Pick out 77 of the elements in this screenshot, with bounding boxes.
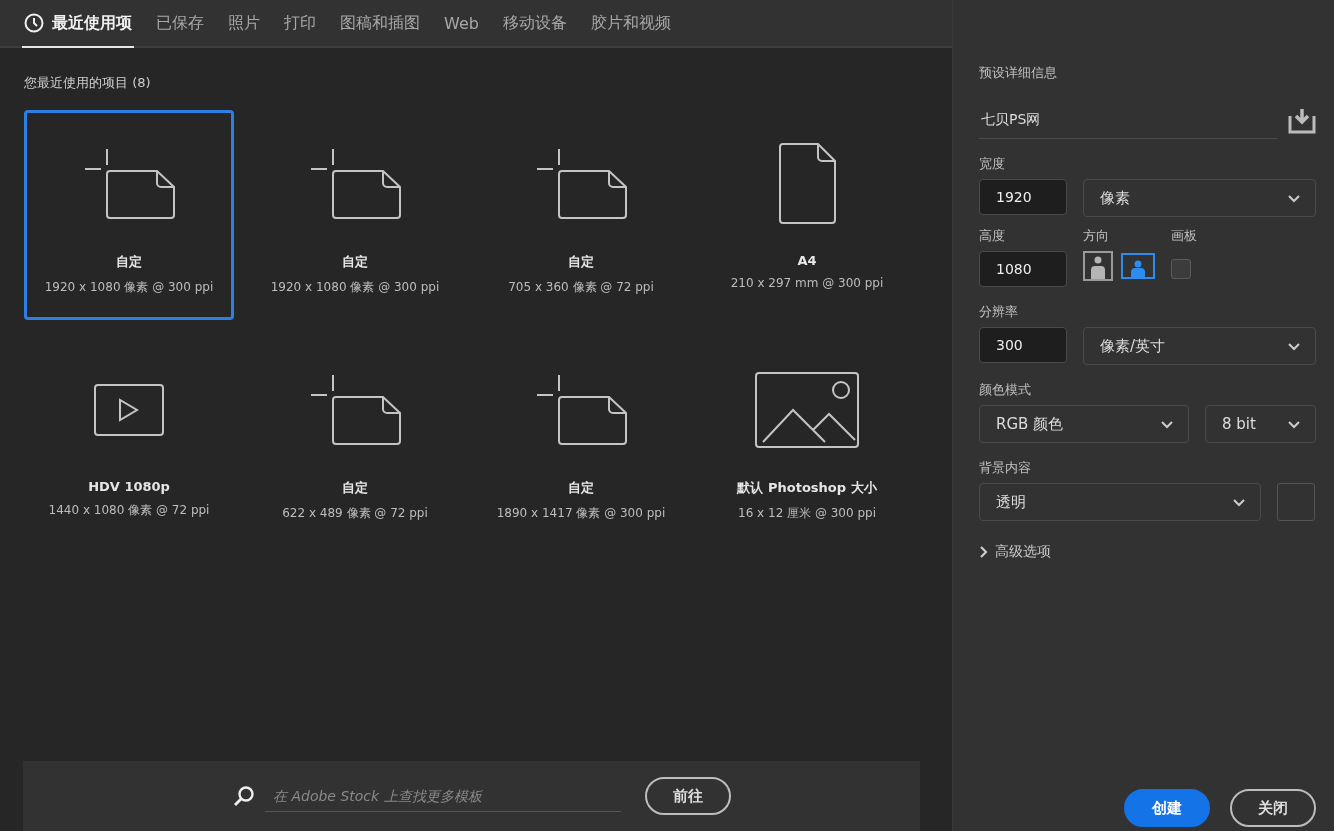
- tab[interactable]: 照片: [226, 0, 262, 48]
- field-label: 方向: [1083, 227, 1110, 245]
- image-icon: [755, 372, 859, 448]
- preset-size: 1920 x 1080 像素 @ 300 ppi: [44, 279, 214, 296]
- color-mode-dropdown[interactable]: RGB 颜色: [979, 405, 1189, 443]
- preset-name: 自定: [342, 479, 368, 497]
- preset-size: 705 x 360 像素 @ 72 ppi: [508, 279, 654, 296]
- tab[interactable]: 移动设备: [500, 0, 569, 48]
- chevron-down-icon: [1160, 419, 1174, 429]
- resolution-field[interactable]: 300: [979, 327, 1067, 363]
- save-preset-icon[interactable]: [1288, 107, 1316, 134]
- preset-name: 自定: [116, 253, 142, 271]
- new-document-icon: [309, 373, 401, 447]
- preset-name: 自定: [568, 479, 594, 497]
- bit-depth-dropdown[interactable]: 8 bit: [1205, 405, 1316, 443]
- preset-name: A4: [797, 253, 817, 268]
- new-document-icon: [83, 147, 175, 221]
- preset-size: 1890 x 1417 像素 @ 300 ppi: [496, 505, 666, 522]
- preset-card[interactable]: 默认 Photoshop 大小 16 x 12 厘米 @ 300 ppi: [702, 336, 912, 546]
- new-document-icon: [535, 373, 627, 447]
- unit-dropdown[interactable]: 像素/英寸: [1083, 327, 1316, 365]
- preset-size: 16 x 12 厘米 @ 300 ppi: [738, 505, 876, 522]
- field-label: 画板: [1171, 227, 1197, 245]
- preset-card[interactable]: 自定 1920 x 1080 像素 @ 300 ppi: [250, 110, 460, 320]
- height-field[interactable]: 1080: [979, 251, 1067, 287]
- tab[interactable]: 已保存: [154, 0, 206, 48]
- tab[interactable]: 打印: [282, 0, 318, 48]
- new-document-icon: [309, 147, 401, 221]
- clock-icon: [24, 13, 44, 33]
- preset-name: 自定: [342, 253, 368, 271]
- orientation-button[interactable]: [1121, 253, 1155, 279]
- search-icon: [233, 785, 255, 807]
- preset-card[interactable]: 自定 622 x 489 像素 @ 72 ppi: [250, 336, 460, 546]
- tab[interactable]: 图稿和插图: [338, 0, 422, 48]
- field-label: 宽度: [979, 155, 1006, 173]
- color-swatch[interactable]: [1277, 483, 1315, 521]
- preset-name: 自定: [568, 253, 594, 271]
- field-label: 背景内容: [979, 459, 1032, 477]
- advanced-options-toggle[interactable]: 高级选项: [979, 543, 1316, 561]
- field-label: 高度: [979, 227, 1006, 245]
- preset-name: HDV 1080p: [88, 479, 170, 494]
- width-field[interactable]: 1920: [979, 179, 1067, 215]
- portrait-icon: [1089, 255, 1107, 279]
- preset-size: 210 x 297 mm @ 300 ppi: [730, 276, 884, 290]
- tab[interactable]: Web: [442, 0, 481, 48]
- preset-name-field[interactable]: 七贝PS网: [979, 102, 1278, 139]
- field-label: 分辨率: [979, 303, 1019, 321]
- document-icon: [778, 143, 836, 225]
- section-title: 预设详细信息: [979, 64, 1058, 82]
- preset-card[interactable]: 自定 1890 x 1417 像素 @ 300 ppi: [476, 336, 686, 546]
- chevron-down-icon: [1287, 341, 1301, 351]
- preset-name: 默认 Photoshop 大小: [737, 479, 877, 497]
- preset-size: 1440 x 1080 像素 @ 72 ppi: [48, 502, 210, 519]
- section-title: 您最近使用的项目 (8): [24, 74, 152, 92]
- tab[interactable]: 最近使用项: [22, 0, 134, 48]
- tab[interactable]: 胶片和视频: [588, 0, 673, 48]
- chevron-icon: [979, 546, 989, 558]
- chevron-down-icon: [1287, 193, 1301, 203]
- preset-card[interactable]: 自定 1920 x 1080 像素 @ 300 ppi: [24, 110, 234, 320]
- preset-card[interactable]: 自定 705 x 360 像素 @ 72 ppi: [476, 110, 686, 320]
- preset-card[interactable]: HDV 1080p 1440 x 1080 像素 @ 72 ppi: [24, 336, 234, 546]
- chevron-down-icon: [1287, 419, 1301, 429]
- new-document-icon: [535, 147, 627, 221]
- orientation-button[interactable]: [1083, 251, 1113, 281]
- preset-size: 1920 x 1080 像素 @ 300 ppi: [270, 279, 440, 296]
- close-button[interactable]: 关闭: [1230, 789, 1316, 827]
- create-button[interactable]: 创建: [1124, 789, 1210, 827]
- preset-size: 622 x 489 像素 @ 72 ppi: [282, 505, 428, 522]
- artboard-checkbox[interactable]: [1171, 259, 1191, 279]
- search-field[interactable]: 在 Adobe Stock 上查找更多模板: [265, 780, 621, 812]
- go-button[interactable]: 前往: [645, 777, 731, 815]
- background-dropdown[interactable]: 透明: [979, 483, 1261, 521]
- video-icon: [94, 384, 164, 436]
- unit-dropdown[interactable]: 像素: [1083, 179, 1316, 217]
- chevron-down-icon: [1232, 497, 1246, 507]
- field-label: 颜色模式: [979, 381, 1032, 399]
- preset-card[interactable]: A4 210 x 297 mm @ 300 ppi: [702, 110, 912, 320]
